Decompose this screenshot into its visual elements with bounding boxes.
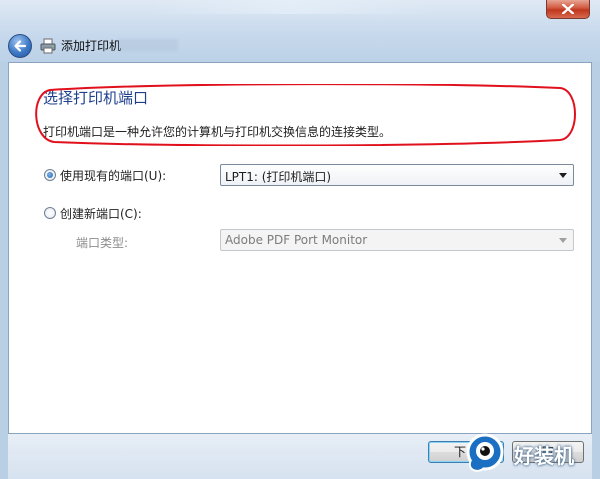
chevron-down-icon	[559, 173, 567, 178]
new-port-label[interactable]: 创建新端口(C):	[60, 205, 142, 222]
back-button[interactable]	[8, 34, 32, 58]
existing-port-select[interactable]: LPT1: (打印机端口)	[220, 164, 574, 186]
back-arrow-icon	[14, 40, 27, 52]
close-button[interactable]	[546, 0, 590, 19]
title-ghost-overlay	[118, 39, 178, 51]
new-port-radio[interactable]	[44, 207, 56, 219]
chevron-down-icon	[559, 238, 567, 243]
watermark: 好装机	[462, 430, 600, 476]
existing-port-label[interactable]: 使用现有的端口(U):	[60, 167, 166, 184]
port-type-label: 端口类型:	[76, 236, 129, 250]
wizard-content: 选择打印机端口 打印机端口是一种允许您的计算机与打印机交换信息的连接类型。 使用…	[8, 62, 592, 434]
watermark-logo-icon	[466, 433, 504, 472]
port-type-value: Adobe PDF Port Monitor	[225, 233, 368, 247]
port-type-select: Adobe PDF Port Monitor	[220, 229, 574, 251]
watermark-text: 好装机	[514, 444, 574, 468]
close-icon	[562, 4, 574, 14]
background-window-ghost	[150, 0, 430, 14]
window-title: 添加打印机	[61, 39, 122, 53]
page-description: 打印机端口是一种允许您的计算机与打印机交换信息的连接类型。	[43, 125, 392, 139]
existing-port-value: LPT1: (打印机端口)	[225, 170, 332, 184]
existing-port-radio[interactable]	[44, 169, 56, 181]
page-heading: 选择打印机端口	[43, 89, 149, 107]
printer-icon	[40, 38, 56, 54]
